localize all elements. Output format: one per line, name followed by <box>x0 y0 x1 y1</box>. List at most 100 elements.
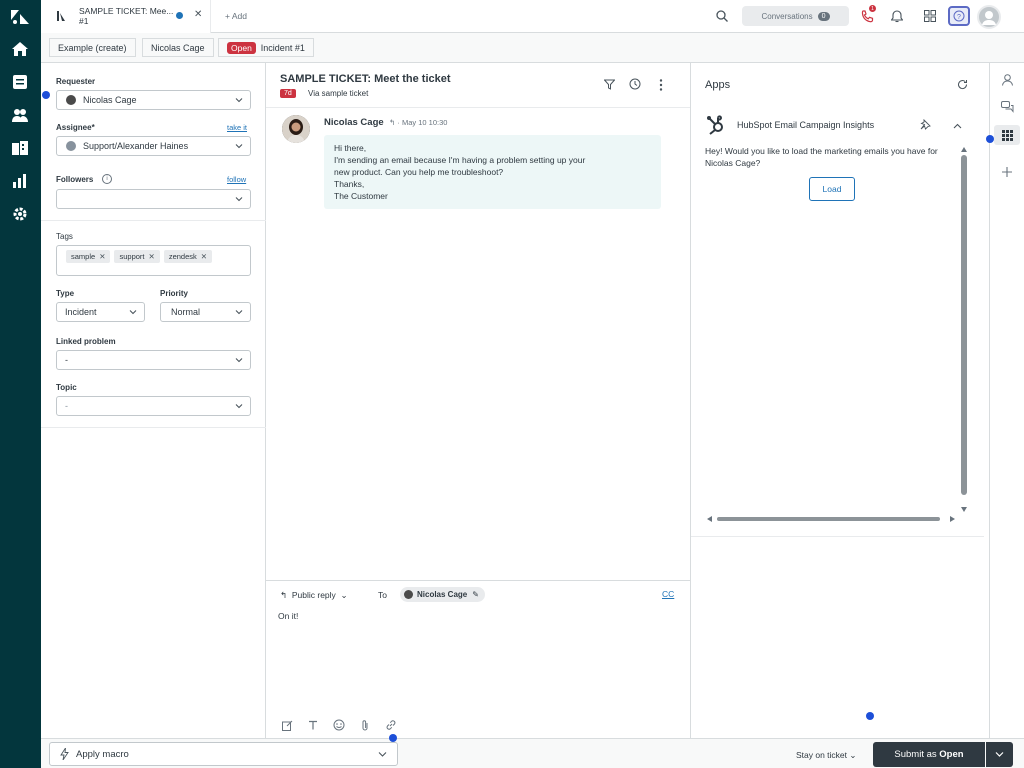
breadcrumb-organization[interactable]: Example (create) <box>49 38 136 57</box>
add-app-icon[interactable] <box>999 164 1015 180</box>
followers-field[interactable] <box>56 189 251 209</box>
chevron-up-icon[interactable] <box>953 121 962 132</box>
apply-macro-select[interactable]: Apply macro <box>49 742 398 766</box>
message-bubble: Hi there, I'm sending an email because I… <box>324 135 661 209</box>
reply-composer: ↰ Public reply ⌄ To Nicolas Cage ✎ CC On… <box>266 580 690 738</box>
remove-tag-icon[interactable]: ✕ <box>149 252 155 261</box>
follow-link[interactable]: follow <box>227 175 246 184</box>
stay-on-ticket-select[interactable]: Stay on ticket ⌄ <box>796 750 857 761</box>
apps-panel: Apps HubSpot Email Campaign Insights Hey… <box>690 63 989 738</box>
conversations-count-badge: 0 <box>817 11 830 21</box>
phone-icon[interactable]: 1 <box>859 5 876 24</box>
reply-arrow-icon: ↰ <box>280 590 288 600</box>
ticket-tab-title: SAMPLE TICKET: Mee... #1 <box>79 6 175 26</box>
chat-bubbles-icon[interactable] <box>999 99 1015 115</box>
pin-icon[interactable] <box>920 118 931 133</box>
home-icon[interactable] <box>11 40 29 58</box>
attachment-icon[interactable] <box>358 718 372 732</box>
text-format-icon[interactable] <box>306 718 320 732</box>
type-select[interactable]: Incident <box>56 302 145 322</box>
conversations-button[interactable]: Conversations 0 <box>742 6 849 26</box>
remove-tag-icon[interactable]: ✕ <box>99 252 105 261</box>
type-label: Type <box>56 289 75 298</box>
refresh-icon[interactable] <box>957 79 968 93</box>
help-button[interactable]: ? <box>948 6 970 26</box>
chevron-down-icon <box>235 98 243 103</box>
submit-prefix: Submit as <box>894 749 937 760</box>
cc-link[interactable]: CC <box>662 589 674 599</box>
reply-text-input[interactable]: On it! <box>278 611 298 621</box>
ticket-tab[interactable]: SAMPLE TICKET: Mee... #1 ✕ <box>41 0 211 33</box>
reporting-icon[interactable] <box>11 172 29 190</box>
reply-type-select[interactable]: ↰ Public reply ⌄ <box>280 590 348 601</box>
take-it-link[interactable]: take it <box>227 123 247 132</box>
message-line: The Customer <box>334 191 388 201</box>
marker-dot <box>986 135 994 143</box>
author-avatar <box>282 115 310 143</box>
submit-options-button[interactable] <box>986 742 1013 767</box>
close-tab-icon[interactable]: ✕ <box>194 9 202 20</box>
linked-problem-select[interactable]: - <box>56 350 251 370</box>
history-icon[interactable] <box>629 78 641 93</box>
ticket-tab-title-line1: SAMPLE TICKET: Mee... <box>79 6 174 16</box>
breadcrumb-requester[interactable]: Nicolas Cage <box>142 38 214 57</box>
link-icon[interactable] <box>384 718 398 732</box>
views-icon[interactable] <box>11 73 29 91</box>
product-tray-icon[interactable] <box>922 8 938 24</box>
chevron-down-icon: ⌄ <box>338 590 348 600</box>
search-icon[interactable] <box>714 8 730 24</box>
topic-label: Topic <box>56 383 77 392</box>
message-line: I'm sending an email because I'm having … <box>334 155 586 165</box>
topic-select[interactable]: - <box>56 396 251 416</box>
admin-gear-icon[interactable] <box>11 205 29 223</box>
tag-chip: sample ✕ <box>66 250 111 263</box>
scrollbar-thumb[interactable] <box>961 155 967 495</box>
load-button[interactable]: Load <box>809 177 855 201</box>
apps-grid-icon[interactable] <box>999 127 1015 143</box>
divider <box>691 536 984 537</box>
requester-field[interactable]: Nicolas Cage <box>56 90 251 110</box>
tags-field[interactable]: sample ✕ support ✕ zendesk ✕ <box>56 245 251 276</box>
info-icon[interactable]: i <box>102 174 112 184</box>
edit-pencil-icon[interactable]: ✎ <box>472 590 479 599</box>
user-profile-icon[interactable] <box>999 72 1015 88</box>
ticket-subject: SAMPLE TICKET: Meet the ticket <box>280 73 451 85</box>
tag-label: zendesk <box>168 252 197 261</box>
requester-label: Requester <box>56 77 96 86</box>
status-badge: Open <box>227 41 256 54</box>
emoji-icon[interactable] <box>332 718 346 732</box>
profile-avatar[interactable] <box>977 5 1001 29</box>
linked-problem-value: - <box>65 355 68 365</box>
tags-label: Tags <box>56 232 73 241</box>
context-rail <box>989 63 1024 738</box>
apply-macro-label: Apply macro <box>76 748 129 760</box>
notifications-bell-icon[interactable] <box>889 8 905 24</box>
chevron-down-icon <box>378 752 387 757</box>
organizations-icon[interactable] <box>11 139 29 157</box>
priority-select[interactable]: Normal <box>160 302 251 322</box>
submit-status: Open <box>939 749 964 760</box>
add-tab-button[interactable]: + Add <box>225 11 247 21</box>
filter-icon[interactable] <box>603 79 616 93</box>
customers-icon[interactable] <box>11 106 29 124</box>
zendesk-logo-icon[interactable] <box>11 8 29 26</box>
breadcrumb-ticket[interactable]: Open Incident #1 <box>218 38 314 57</box>
lightning-icon <box>60 747 69 763</box>
compose-icon[interactable] <box>280 718 294 732</box>
remove-tag-icon[interactable]: ✕ <box>201 252 207 261</box>
linked-problem-label: Linked problem <box>56 337 116 346</box>
assignee-field[interactable]: Support/Alexander Haines <box>56 136 251 156</box>
marker-dot <box>866 712 874 720</box>
marker-dot <box>42 91 50 99</box>
type-value: Incident <box>65 307 97 317</box>
horizontal-scrollbar[interactable] <box>705 515 960 523</box>
to-label: To <box>378 590 387 600</box>
followers-label: Followers <box>56 175 94 184</box>
more-options-icon[interactable] <box>659 79 663 94</box>
message-author[interactable]: Nicolas Cage <box>324 117 384 128</box>
marker-dot <box>389 734 397 742</box>
submit-button[interactable]: Submit as Open <box>873 742 985 767</box>
scrollbar-thumb[interactable] <box>717 517 940 521</box>
recipient-chip[interactable]: Nicolas Cage ✎ <box>400 587 485 602</box>
vertical-scrollbar[interactable] <box>960 147 968 515</box>
